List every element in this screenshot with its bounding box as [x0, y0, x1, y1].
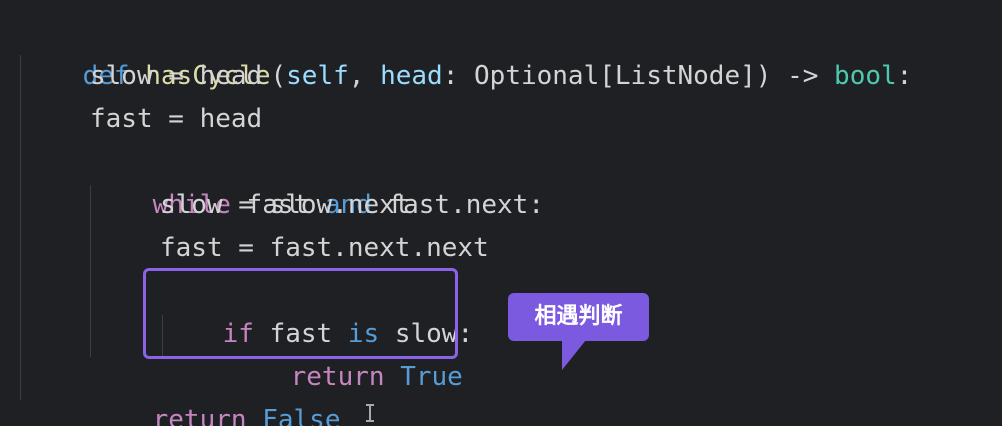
highlight-box: [143, 268, 458, 359]
code-editor[interactable]: s Solution: def hasCycle(self, head: Opt…: [0, 0, 1002, 426]
code-line-fast-assign: fast = head: [90, 104, 263, 134]
callout-label: 相遇判断: [508, 293, 649, 341]
code-line-while: while fast and fast.next:: [152, 190, 544, 220]
callout-tail: [562, 340, 586, 370]
code-line-def: def hasCycle(self, head: Optional[ListNo…: [82, 61, 913, 91]
code-line-slow-next: slow = slow.next: [160, 190, 411, 220]
code-line-return-false: return False: [90, 356, 341, 426]
constant-false: False: [262, 405, 341, 426]
text-cursor-icon: [366, 404, 374, 422]
code-line-slow-assign: slow = head: [90, 61, 263, 91]
constant-true: True: [400, 362, 463, 392]
param-self: self: [286, 61, 349, 91]
return-type: bool: [834, 61, 897, 91]
code-line-fast-next-next: fast = fast.next.next: [160, 233, 489, 263]
param-head: head: [380, 61, 443, 91]
keyword-return: return: [152, 405, 247, 426]
